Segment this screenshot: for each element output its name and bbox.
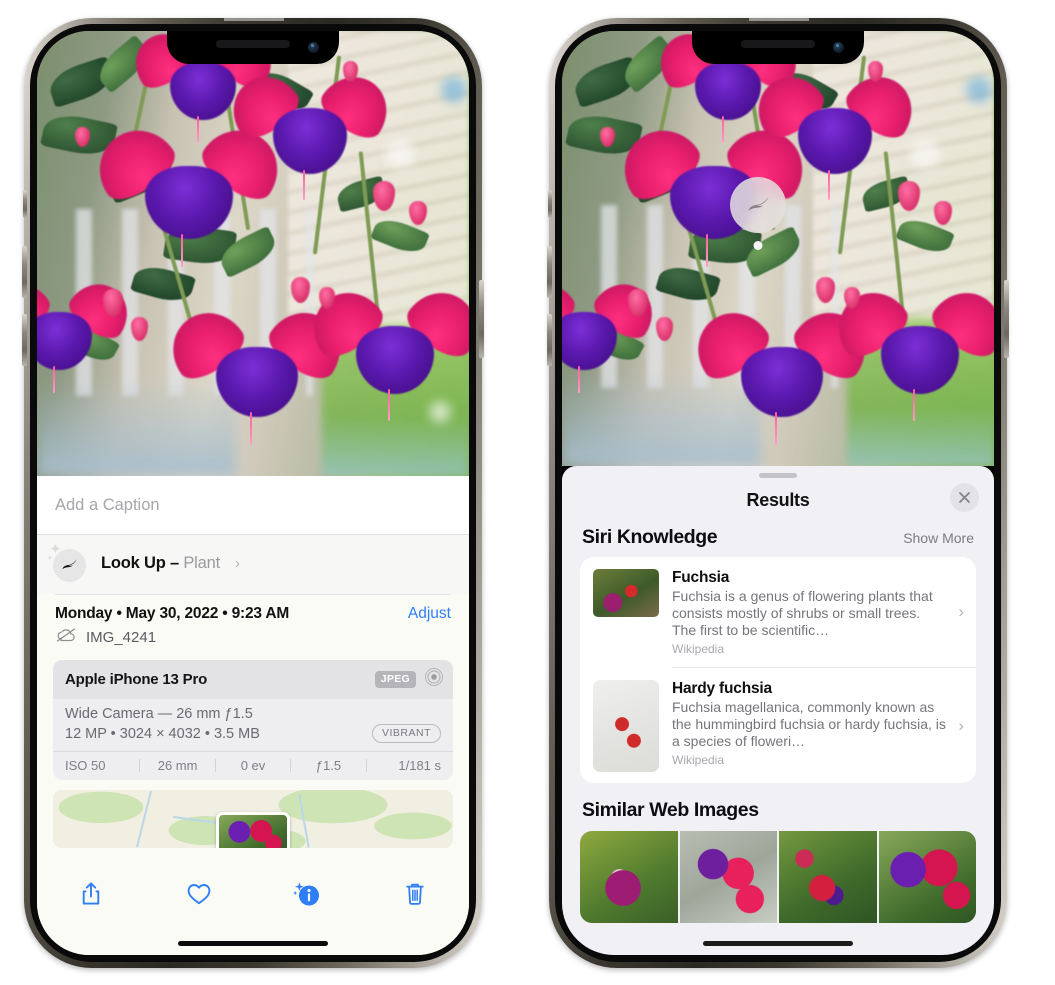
chevron-right-icon: › (958, 715, 964, 735)
photo-info-sheet: Add a Caption ✦ ✦ Look Up – Plant › Mond… (37, 476, 469, 955)
leaf-icon (730, 177, 786, 233)
volume-up-button[interactable] (22, 246, 27, 298)
results-sheet: Results Siri Knowledge Show More Fuchsia… (562, 466, 994, 955)
device-name: Apple iPhone 13 Pro (65, 671, 208, 688)
front-camera-icon (308, 42, 319, 53)
photo-viewer[interactable] (37, 31, 469, 476)
result-description: Fuchsia is a genus of flowering plants t… (672, 588, 933, 638)
silent-switch[interactable] (548, 190, 552, 218)
notch (692, 31, 864, 64)
file-row: IMG_4241 (37, 624, 469, 658)
chevron-right-icon: › (234, 555, 240, 572)
results-header: Results (562, 478, 994, 522)
image-specs: 12 MP • 3024 × 4032 • 3.5 MB (65, 725, 260, 742)
siri-knowledge-header: Siri Knowledge Show More (562, 522, 994, 557)
earpiece-speaker (216, 40, 290, 48)
badge-pointer-dot (753, 241, 763, 250)
share-button[interactable] (74, 877, 108, 911)
favorite-button[interactable] (182, 877, 216, 911)
look-up-row[interactable]: ✦ ✦ Look Up – Plant › (37, 535, 469, 594)
leaf-icon: ✦ ✦ (46, 542, 88, 582)
similar-web-images-header: Similar Web Images (562, 783, 994, 824)
adjust-button[interactable]: Adjust (408, 605, 451, 623)
show-more-button[interactable]: Show More (903, 530, 974, 546)
camera-card-body: Wide Camera — 26 mm ƒ1.5 12 MP • 3024 × … (53, 699, 453, 751)
result-title: Hardy fuchsia (672, 680, 772, 697)
list-item[interactable]: Fuchsia Fuchsia is a genus of flowering … (580, 557, 976, 667)
camera-info-card: Apple iPhone 13 Pro JPEG Wide Camera — 2… (53, 660, 453, 780)
caption-input[interactable]: Add a Caption (37, 476, 469, 534)
similar-web-images-strip[interactable] (580, 831, 976, 923)
fuchsia-photo (562, 31, 994, 466)
volume-up-button[interactable] (547, 246, 552, 298)
result-thumbnail (593, 680, 659, 772)
result-thumbnail (593, 569, 659, 617)
file-name: IMG_4241 (86, 629, 157, 646)
power-button[interactable] (1004, 280, 1009, 358)
exif-aperture: ƒ1.5 (315, 758, 342, 773)
result-title: Fuchsia (672, 569, 730, 586)
concentric-circle-icon[interactable] (424, 667, 444, 692)
photo-viewer[interactable] (562, 31, 994, 466)
antenna-line (749, 18, 809, 21)
results-title: Results (746, 489, 810, 510)
home-indicator[interactable] (178, 941, 328, 946)
silent-switch[interactable] (23, 190, 27, 218)
list-item[interactable]: Hardy fuchsia Fuchsia magellanica, commo… (580, 668, 976, 783)
antenna-line (224, 18, 284, 21)
result-source: Wikipedia (672, 642, 725, 656)
delete-button[interactable] (398, 877, 432, 911)
web-image-thumbnail[interactable] (878, 831, 976, 923)
map-photo-thumbnail (216, 812, 290, 848)
section-title: Similar Web Images (582, 799, 759, 821)
front-camera-icon (833, 42, 844, 53)
photo-date: Monday • May 30, 2022 • 9:23 AM (55, 605, 290, 622)
notch (167, 31, 339, 64)
screen-left: Add a Caption ✦ ✦ Look Up – Plant › Mond… (37, 31, 469, 955)
result-description: Fuchsia magellanica, commonly known as t… (672, 699, 946, 749)
format-badge: JPEG (374, 671, 416, 688)
exif-row: ISO 50 26 mm 0 ev ƒ1.5 1/181 s (53, 751, 453, 780)
chevron-right-icon: › (958, 602, 964, 621)
web-image-thumbnail[interactable] (779, 831, 877, 923)
camera-card-header: Apple iPhone 13 Pro JPEG (53, 660, 453, 699)
exif-focal: 26 mm (157, 758, 198, 773)
look-up-label: Look Up – Plant (101, 554, 220, 572)
phone-left: Add a Caption ✦ ✦ Look Up – Plant › Mond… (22, 18, 484, 968)
caption-placeholder: Add a Caption (55, 495, 160, 514)
section-title: Siri Knowledge (582, 526, 718, 548)
visual-lookup-badge[interactable] (730, 177, 786, 250)
look-up-subject: Plant (183, 554, 220, 572)
volume-down-button[interactable] (547, 314, 552, 366)
exif-ev: 0 ev (240, 758, 266, 773)
home-indicator[interactable] (703, 941, 853, 946)
fuchsia-photo (37, 31, 469, 476)
style-badge: VIBRANT (371, 724, 441, 743)
cloud-slash-icon (55, 627, 77, 648)
lens-info: Wide Camera — 26 mm ƒ1.5 (65, 706, 253, 722)
screen-right: Results Siri Knowledge Show More Fuchsia… (562, 31, 994, 955)
power-button[interactable] (479, 280, 484, 358)
result-source: Wikipedia (672, 753, 725, 767)
location-map-card[interactable] (53, 790, 453, 848)
volume-down-button[interactable] (22, 314, 27, 366)
date-row: Monday • May 30, 2022 • 9:23 AM Adjust (37, 595, 469, 624)
exif-iso: ISO 50 (65, 758, 106, 773)
info-button[interactable] (290, 877, 324, 911)
earpiece-speaker (741, 40, 815, 48)
web-image-thumbnail[interactable] (679, 831, 777, 923)
siri-knowledge-card: Fuchsia Fuchsia is a genus of flowering … (580, 557, 976, 783)
close-button[interactable] (950, 483, 979, 512)
web-image-thumbnail[interactable] (580, 831, 678, 923)
exif-shutter: 1/181 s (398, 758, 442, 773)
phone-right: Results Siri Knowledge Show More Fuchsia… (547, 18, 1009, 968)
